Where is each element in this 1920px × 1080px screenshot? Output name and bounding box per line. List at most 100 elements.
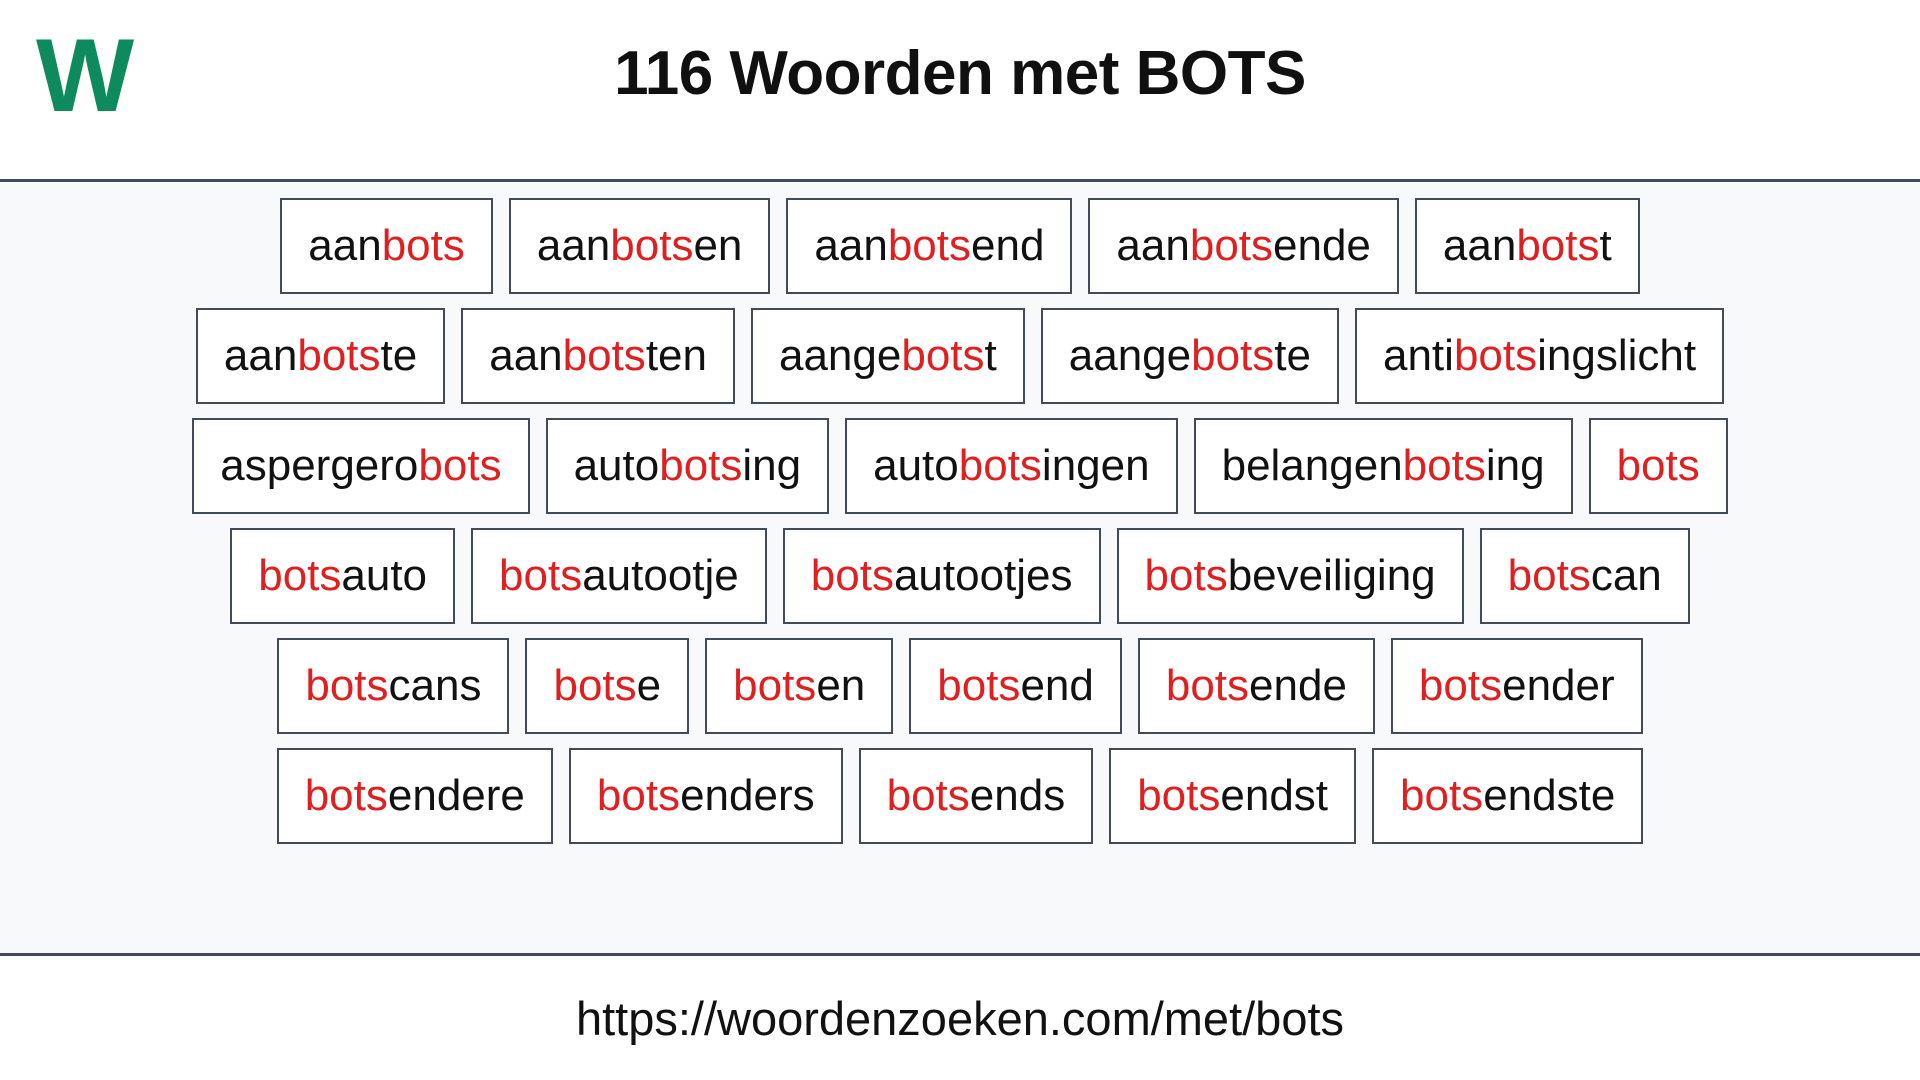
word-highlight: bots xyxy=(418,441,502,490)
word-prefix: aan xyxy=(1116,221,1190,270)
word-prefix: belangen xyxy=(1221,441,1403,490)
word-text: aanbotsen xyxy=(537,224,743,268)
word-highlight: bots xyxy=(1400,771,1484,820)
word-text: botsends xyxy=(887,774,1066,818)
page-root: W 116 Woorden met BOTS aanbots aanbotsen a… xyxy=(0,0,1920,1080)
word-highlight: bots xyxy=(305,661,389,710)
word-suffix: e xyxy=(636,661,662,710)
word-highlight: bots xyxy=(1137,771,1221,820)
word-highlight: bots xyxy=(958,441,1042,490)
word-box-aanbotsend[interactable]: aanbotsend xyxy=(786,198,1073,294)
word-text: aanbotste xyxy=(224,334,417,378)
word-box-botsende[interactable]: botsende xyxy=(1137,638,1375,734)
word-suffix: end xyxy=(971,221,1045,270)
word-prefix: aan xyxy=(536,221,611,270)
word-text: aanbotsende xyxy=(1116,224,1370,268)
word-highlight: bots xyxy=(901,331,985,380)
word-highlight: bots xyxy=(258,551,342,600)
word-prefix: auto xyxy=(873,441,959,490)
word-box-botsendste[interactable]: botsendste xyxy=(1372,748,1644,844)
word-text: botsautootje xyxy=(499,554,739,598)
word-highlight: bots xyxy=(499,551,583,600)
word-suffix: end xyxy=(1020,661,1094,710)
word-box-aanbots[interactable]: aanbots xyxy=(280,198,493,294)
footer-url[interactable]: https://woordenzoeken.com/met/bots xyxy=(576,991,1344,1046)
word-box-belangenbotsing[interactable]: belangenbotsing xyxy=(1193,418,1573,514)
word-highlight: bots xyxy=(1616,441,1700,490)
word-suffix: te xyxy=(1274,331,1311,380)
word-box-aanbotsen[interactable]: aanbotsen xyxy=(508,198,771,294)
word-box-botsbeveiliging[interactable]: botsbeveiliging xyxy=(1116,528,1464,624)
word-suffix: t xyxy=(1599,221,1612,270)
word-suffix: en xyxy=(693,221,743,270)
word-suffix: endste xyxy=(1483,771,1616,820)
word-highlight: bots xyxy=(1191,331,1275,380)
word-suffix: autootjes xyxy=(893,551,1073,600)
word-suffix: auto xyxy=(341,551,428,600)
word-box-botse[interactable]: botse xyxy=(525,638,690,734)
word-box-bots[interactable]: bots xyxy=(1588,418,1728,514)
word-box-botsenders[interactable]: botsenders xyxy=(568,748,843,844)
word-text: botsender xyxy=(1419,664,1615,708)
word-suffix: en xyxy=(816,661,866,710)
word-highlight: bots xyxy=(1516,221,1600,270)
word-text: autobotsing xyxy=(574,444,802,488)
word-text: botsauto xyxy=(258,554,427,598)
word-text: aspergerobots xyxy=(220,444,501,488)
word-box-botsautootjes[interactable]: botsautootjes xyxy=(782,528,1101,624)
word-highlight: bots xyxy=(297,331,381,380)
word-prefix: aan xyxy=(489,331,563,380)
word-highlight: bots xyxy=(562,331,646,380)
word-box-aanbotst[interactable]: aanbotst xyxy=(1414,198,1640,294)
word-row: aspergerobots autobotsing autobotsingen bel… xyxy=(18,418,1902,514)
word-row: botsendere botsenders botsends botsendst bot… xyxy=(18,748,1902,844)
word-row: aanbots aanbotsen aanbotsend aanbotsende aan… xyxy=(18,198,1902,294)
word-box-botsendst[interactable]: botsendst xyxy=(1109,748,1357,844)
word-text: aanbotsten xyxy=(489,334,707,378)
word-suffix: endst xyxy=(1220,771,1329,820)
word-prefix: aan xyxy=(814,221,888,270)
word-suffix: autootje xyxy=(582,551,739,600)
word-suffix: ends xyxy=(969,771,1066,820)
word-highlight: bots xyxy=(1144,551,1228,600)
word-suffix: beveiliging xyxy=(1227,551,1436,600)
word-text: aanbots xyxy=(308,224,465,268)
word-box-autobotsing[interactable]: autobotsing xyxy=(545,418,830,514)
word-suffix: ingen xyxy=(1041,441,1150,490)
word-suffix: enders xyxy=(680,771,815,820)
word-prefix: aan xyxy=(1442,221,1517,270)
word-box-aanbotste[interactable]: aanbotste xyxy=(195,308,446,404)
page-title: 116 Woorden met BOTS xyxy=(614,39,1306,108)
word-suffix: can xyxy=(1590,551,1662,600)
word-box-aanbotsten[interactable]: aanbotsten xyxy=(461,308,735,404)
word-box-aangebotste[interactable]: aangebotste xyxy=(1040,308,1339,404)
word-box-botsautootje[interactable]: botsautootje xyxy=(471,528,767,624)
word-box-autobotsingen[interactable]: autobotsingen xyxy=(845,418,1178,514)
word-list-container: aanbots aanbotsen aanbotsend aanbotsende aan… xyxy=(0,182,1920,956)
word-highlight: bots xyxy=(1402,441,1486,490)
word-box-antibotsingslicht[interactable]: antibotsingslicht xyxy=(1354,308,1725,404)
word-box-botsender[interactable]: botsender xyxy=(1390,638,1643,734)
word-highlight: bots xyxy=(610,221,694,270)
word-row: aanbotste aanbotsten aangebotst aangebotste… xyxy=(18,308,1902,404)
word-box-botsend[interactable]: botsend xyxy=(909,638,1122,734)
page-header: W 116 Woorden met BOTS xyxy=(0,0,1920,182)
word-box-botscans[interactable]: botscans xyxy=(277,638,510,734)
word-box-aspergerobots[interactable]: aspergerobots xyxy=(192,418,530,514)
word-suffix: endere xyxy=(387,771,525,820)
word-box-aangebotst[interactable]: aangebotst xyxy=(750,308,1025,404)
word-highlight: bots xyxy=(1418,661,1503,710)
word-highlight: bots xyxy=(733,661,817,710)
word-text: botsen xyxy=(733,664,865,708)
word-box-botscan[interactable]: botscan xyxy=(1479,528,1690,624)
word-box-botsends[interactable]: botsends xyxy=(858,748,1094,844)
word-prefix: aan xyxy=(223,331,298,380)
word-box-botsauto[interactable]: botsauto xyxy=(230,528,456,624)
word-box-botsen[interactable]: botsen xyxy=(705,638,894,734)
word-prefix: aan xyxy=(308,221,382,270)
word-box-aanbotsende[interactable]: aanbotsende xyxy=(1088,198,1399,294)
word-text: aangebotst xyxy=(779,334,997,378)
word-text: botsbeveiliging xyxy=(1145,554,1436,598)
word-text: aanbotsend xyxy=(814,224,1044,268)
word-box-botsendere[interactable]: botsendere xyxy=(276,748,553,844)
